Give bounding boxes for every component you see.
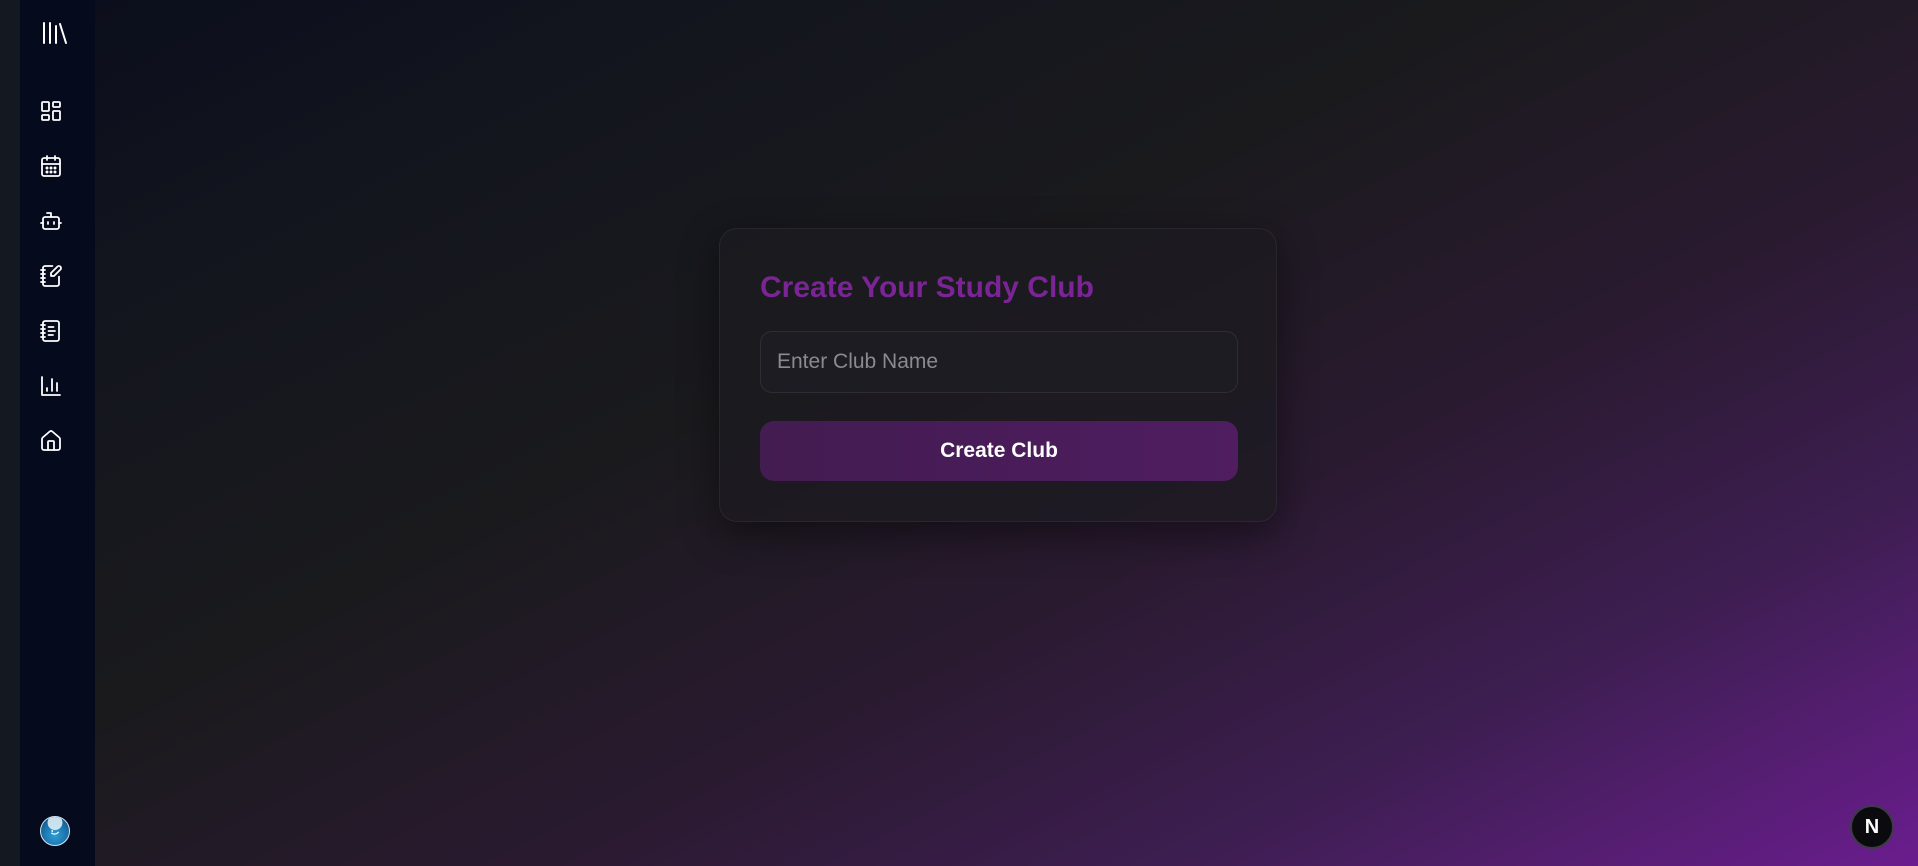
sidebar xyxy=(20,0,95,866)
bar-chart-icon[interactable] xyxy=(38,373,64,399)
dashboard-icon[interactable] xyxy=(38,98,64,124)
card-title: Create Your Study Club xyxy=(760,271,1094,304)
window-gutter xyxy=(0,0,20,866)
bot-icon[interactable] xyxy=(38,208,64,234)
create-club-button[interactable]: Create Club xyxy=(760,421,1238,481)
create-club-card: Create Your Study Club Create Club xyxy=(719,228,1277,522)
home-icon[interactable] xyxy=(38,428,64,454)
nextjs-badge-icon[interactable]: N xyxy=(1850,805,1894,849)
notebook-pen-icon[interactable] xyxy=(38,263,64,289)
club-name-input[interactable] xyxy=(760,331,1238,393)
user-avatar[interactable] xyxy=(40,816,70,846)
calendar-icon[interactable] xyxy=(38,153,64,179)
library-icon[interactable] xyxy=(40,20,68,46)
notebook-text-icon[interactable] xyxy=(38,318,64,344)
